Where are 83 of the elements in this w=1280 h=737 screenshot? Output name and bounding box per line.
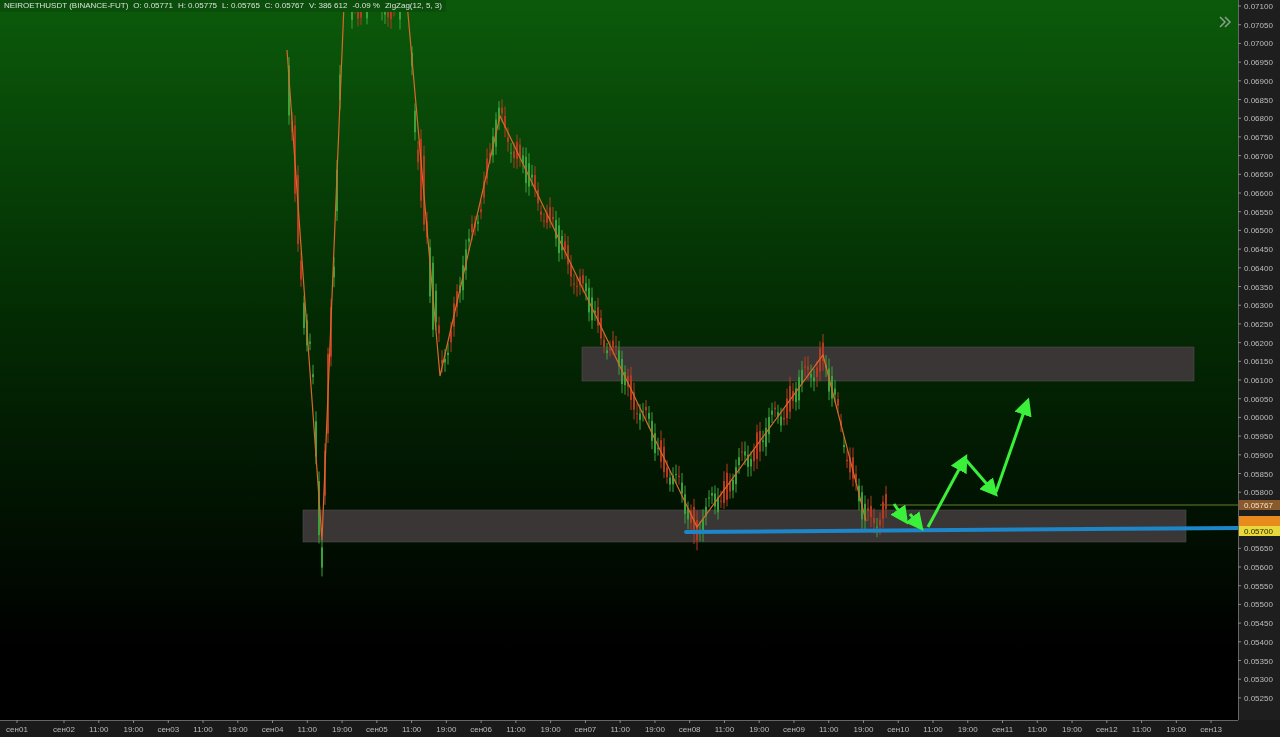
price-label: 0.06850 — [1244, 95, 1273, 105]
price-label: 0.06900 — [1244, 76, 1273, 86]
time-label: 19:00 — [644, 725, 665, 734]
price-label: 0.06250 — [1244, 319, 1273, 329]
price-label: 0.05900 — [1244, 450, 1273, 460]
price-tag: 0.05767 — [1239, 500, 1280, 510]
price-label: 0.06000 — [1244, 413, 1273, 423]
price-label: 0.05800 — [1244, 488, 1273, 498]
price-label: 0.07050 — [1244, 20, 1273, 30]
price-label: 0.05500 — [1244, 600, 1273, 610]
time-label: 11:00 — [714, 725, 735, 734]
time-label: сен04 — [261, 725, 284, 734]
price-label: 0.05250 — [1244, 693, 1273, 703]
time-label: 11:00 — [1027, 725, 1047, 734]
time-label: сен08 — [678, 725, 701, 734]
time-label: 19:00 — [1062, 725, 1083, 734]
price-label: 0.06400 — [1244, 263, 1273, 273]
price-label: 0.06500 — [1244, 226, 1273, 236]
price-label: 0.05400 — [1244, 637, 1273, 647]
time-label: сен01 — [6, 725, 28, 734]
price-label: 0.05650 — [1244, 544, 1273, 554]
price-label: 0.05450 — [1244, 619, 1273, 629]
symbol-label: NEIROETHUSDT (BINANCE-FUT) — [4, 0, 129, 12]
time-label: 19:00 — [227, 725, 248, 734]
time-label: 11:00 — [923, 725, 943, 734]
time-label: 19:00 — [540, 725, 561, 734]
price-label: 0.05300 — [1244, 675, 1273, 685]
price-label: 0.06750 — [1244, 132, 1273, 142]
time-label: сен11 — [991, 725, 1014, 734]
time-label: 11:00 — [89, 725, 109, 734]
time-label: 11:00 — [506, 725, 526, 734]
price-label: 0.05950 — [1244, 432, 1273, 442]
time-label: 11:00 — [193, 725, 213, 734]
time-label: 19:00 — [853, 725, 874, 734]
price-label: 0.07000 — [1244, 39, 1273, 49]
time-label: сен03 — [157, 725, 180, 734]
time-label: 19:00 — [957, 725, 978, 734]
close-value: C: 0.05767 — [264, 0, 304, 12]
double-chevron-icon[interactable] — [1218, 15, 1232, 29]
time-label: сен07 — [574, 725, 597, 734]
price-label: 0.06050 — [1244, 394, 1273, 404]
time-label: 19:00 — [332, 725, 353, 734]
volume-value: V: 386 612 — [309, 0, 348, 12]
time-label: 19:00 — [749, 725, 770, 734]
price-label: 0.06150 — [1244, 357, 1273, 367]
time-label: 11:00 — [401, 725, 422, 734]
change-value: -0.09 % — [352, 0, 380, 12]
price-label: 0.06200 — [1244, 338, 1273, 348]
price-label: 0.06300 — [1244, 301, 1273, 311]
price-label: 0.05550 — [1244, 581, 1273, 591]
high-value: H: 0.05775 — [177, 0, 218, 12]
price-label: 0.06550 — [1244, 207, 1273, 217]
price-label: 0.06650 — [1244, 170, 1273, 180]
price-label: 0.06800 — [1244, 114, 1273, 124]
indicator-label: ZigZag(12, 5, 3) — [384, 0, 442, 12]
price-label: 0.06350 — [1244, 282, 1273, 292]
price-label: 0.05850 — [1244, 469, 1273, 479]
price-label: 0.07100 — [1244, 2, 1273, 11]
time-label: сен09 — [783, 725, 805, 734]
time-label: сен02 — [53, 725, 75, 734]
price-label: 0.05600 — [1244, 563, 1273, 572]
time-label: сен10 — [887, 725, 910, 734]
time-label: сен13 — [1200, 725, 1222, 734]
time-label: 11:00 — [610, 725, 630, 734]
time-label: сен06 — [470, 725, 492, 734]
price-label: 0.05350 — [1244, 656, 1273, 666]
price-tag — [1239, 516, 1280, 526]
time-label: сен12 — [1095, 725, 1118, 734]
time-label: 11:00 — [1131, 725, 1152, 734]
price-label: 0.06950 — [1244, 58, 1273, 68]
price-label: 0.06450 — [1244, 245, 1273, 255]
price-label: 0.06700 — [1244, 151, 1273, 161]
low-value: L: 0.05765 — [222, 0, 260, 12]
time-label: 19:00 — [123, 725, 144, 734]
open-value: O: 0.05771 — [133, 0, 173, 12]
price-tag: 0.05700 — [1239, 526, 1280, 536]
time-label: 11:00 — [819, 725, 839, 734]
time-label: 19:00 — [1166, 725, 1187, 734]
time-label: 11:00 — [297, 725, 318, 734]
price-label: 0.06100 — [1244, 376, 1273, 385]
price-label: 0.06600 — [1244, 189, 1273, 198]
time-label: 19:00 — [436, 725, 457, 734]
time-label: сен05 — [365, 725, 388, 734]
